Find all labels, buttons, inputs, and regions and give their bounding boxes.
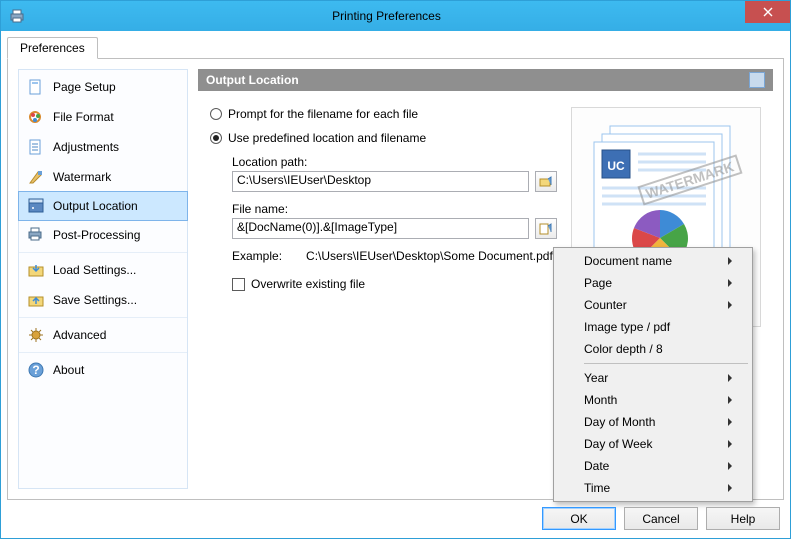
- menu-separator: [584, 363, 748, 364]
- sidebar-item-label: Page Setup: [53, 80, 116, 94]
- sidebar-item-label: File Format: [53, 110, 114, 124]
- menu-day-of-month[interactable]: Day of Month: [556, 411, 750, 433]
- location-path-label: Location path:: [232, 155, 557, 169]
- example-label: Example:: [232, 249, 282, 263]
- panel-title: Output Location: [206, 73, 299, 87]
- file-name-label: File name:: [232, 202, 557, 216]
- radio-prompt[interactable]: Prompt for the filename for each file: [210, 107, 557, 121]
- sidebar-item-label: Output Location: [53, 199, 138, 213]
- titlebar: Printing Preferences: [1, 1, 790, 31]
- checkbox-icon: [232, 278, 245, 291]
- menu-image-type[interactable]: Image type / pdf: [556, 316, 750, 338]
- sidebar-item-save-settings[interactable]: Save Settings...: [19, 285, 187, 315]
- sidebar: Page Setup File Format Adjustments Water…: [18, 69, 188, 489]
- dialog-buttons: OK Cancel Help: [542, 507, 780, 530]
- submenu-arrow-icon: [728, 484, 732, 492]
- adjustments-icon: [27, 138, 45, 156]
- sidebar-item-load-settings[interactable]: Load Settings...: [19, 255, 187, 285]
- browse-icon: [539, 175, 553, 189]
- ok-button[interactable]: OK: [542, 507, 616, 530]
- sidebar-item-label: Post-Processing: [53, 228, 140, 242]
- menu-counter[interactable]: Counter: [556, 294, 750, 316]
- sidebar-item-output-location[interactable]: Output Location: [18, 191, 188, 221]
- panel-header-icon[interactable]: [749, 72, 765, 88]
- window-body: Preferences Page Setup File Format Adjus…: [1, 31, 790, 538]
- menu-color-depth[interactable]: Color depth / 8: [556, 338, 750, 360]
- save-settings-icon: [27, 291, 45, 309]
- post-processing-icon: [27, 226, 45, 244]
- output-location-icon: [27, 197, 45, 215]
- submenu-arrow-icon: [728, 462, 732, 470]
- submenu-arrow-icon: [728, 440, 732, 448]
- menu-year[interactable]: Year: [556, 367, 750, 389]
- load-settings-icon: [27, 261, 45, 279]
- about-icon: ?: [27, 361, 45, 379]
- menu-page[interactable]: Page: [556, 272, 750, 294]
- macro-context-menu: Document name Page Counter Image type / …: [553, 247, 753, 502]
- sidebar-item-label: Save Settings...: [53, 293, 137, 307]
- window: Printing Preferences Preferences Page Se…: [0, 0, 791, 539]
- submenu-arrow-icon: [728, 257, 732, 265]
- file-name-input[interactable]: &[DocName(0)].&[ImageType]: [232, 218, 529, 239]
- location-path-input[interactable]: C:\Users\IEUser\Desktop: [232, 171, 529, 192]
- submenu-arrow-icon: [728, 301, 732, 309]
- radio-predefined[interactable]: Use predefined location and filename: [210, 131, 557, 145]
- tab-page: Page Setup File Format Adjustments Water…: [7, 58, 784, 500]
- radio-label: Prompt for the filename for each file: [228, 107, 418, 121]
- menu-document-name[interactable]: Document name: [556, 250, 750, 272]
- macro-icon: [539, 222, 553, 236]
- sidebar-item-watermark[interactable]: Watermark: [19, 162, 187, 192]
- sidebar-item-label: Watermark: [53, 170, 111, 184]
- sidebar-item-advanced[interactable]: Advanced: [19, 320, 187, 350]
- main-panel: Output Location Prompt for the filename …: [198, 69, 773, 489]
- submenu-arrow-icon: [728, 418, 732, 426]
- browse-location-button[interactable]: [535, 171, 557, 192]
- tab-preferences[interactable]: Preferences: [7, 37, 98, 59]
- tabstrip: Preferences: [7, 37, 784, 59]
- svg-text:?: ?: [32, 363, 39, 377]
- watermark-icon: [27, 168, 45, 186]
- insert-macro-button[interactable]: [535, 218, 557, 239]
- overwrite-label: Overwrite existing file: [251, 277, 365, 291]
- sidebar-item-label: Advanced: [53, 328, 106, 342]
- menu-date[interactable]: Date: [556, 455, 750, 477]
- sidebar-item-file-format[interactable]: File Format: [19, 102, 187, 132]
- menu-time[interactable]: Time: [556, 477, 750, 499]
- sidebar-item-page-setup[interactable]: Page Setup: [19, 72, 187, 102]
- radio-icon: [210, 108, 222, 120]
- radio-icon: [210, 132, 222, 144]
- sidebar-item-label: Adjustments: [53, 140, 119, 154]
- radio-label: Use predefined location and filename: [228, 131, 426, 145]
- svg-text:UC: UC: [607, 159, 625, 173]
- window-title: Printing Preferences: [0, 9, 790, 23]
- form: Prompt for the filename for each file Us…: [210, 107, 557, 481]
- sidebar-item-about[interactable]: ? About: [19, 355, 187, 385]
- sidebar-item-label: About: [53, 363, 84, 377]
- sidebar-item-post-processing[interactable]: Post-Processing: [19, 220, 187, 250]
- sidebar-item-label: Load Settings...: [53, 263, 136, 277]
- overwrite-checkbox-row[interactable]: Overwrite existing file: [232, 277, 557, 291]
- close-button[interactable]: [745, 1, 790, 23]
- page-setup-icon: [27, 78, 45, 96]
- submenu-arrow-icon: [728, 374, 732, 382]
- submenu-arrow-icon: [728, 396, 732, 404]
- cancel-button[interactable]: Cancel: [624, 507, 698, 530]
- menu-day-of-week[interactable]: Day of Week: [556, 433, 750, 455]
- example-value: C:\Users\IEUser\Desktop\Some Document.pd…: [306, 249, 553, 263]
- submenu-arrow-icon: [728, 279, 732, 287]
- advanced-icon: [27, 326, 45, 344]
- panel-header: Output Location: [198, 69, 773, 91]
- file-format-icon: [27, 108, 45, 126]
- menu-month[interactable]: Month: [556, 389, 750, 411]
- help-button[interactable]: Help: [706, 507, 780, 530]
- sidebar-item-adjustments[interactable]: Adjustments: [19, 132, 187, 162]
